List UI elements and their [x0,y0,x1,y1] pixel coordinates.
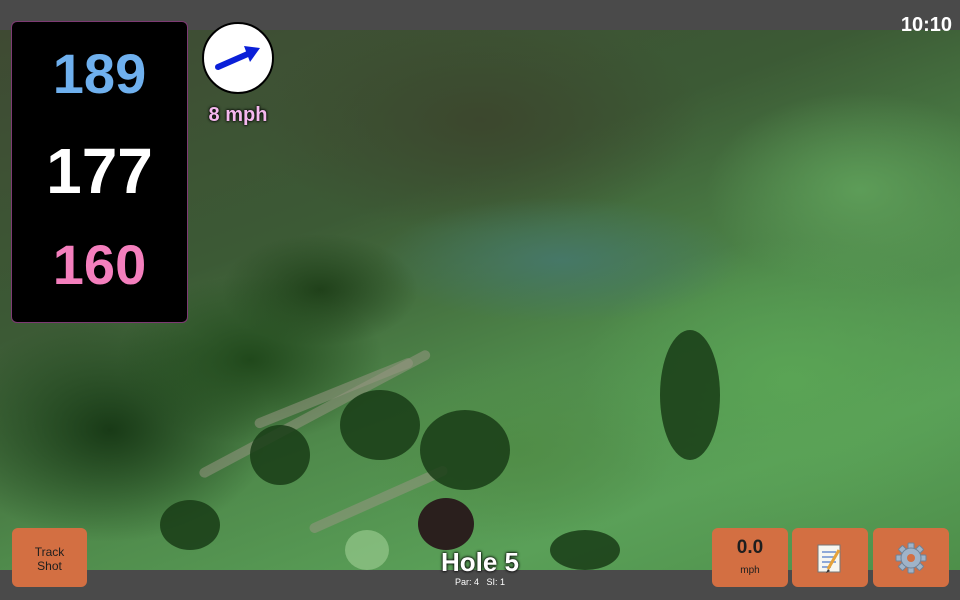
notepad-icon [817,544,841,573]
middle-distance: 177 [46,135,153,207]
speed-value: 0.0 [736,537,764,558]
speed-unit: mph [740,565,760,576]
gear-icon [895,542,927,573]
track-shot-label: Track Shot [12,545,87,573]
tree [160,500,220,550]
notes-button[interactable] [792,528,868,587]
back-distance: 189 [52,42,147,105]
speed-button[interactable]: 0.0 mph [712,528,788,587]
stroke-index-label: SI: 1 [486,577,506,587]
tree [660,330,720,460]
wind-arrow-icon [215,46,260,70]
distance-panel: 189 177 160 [11,21,188,323]
tree [250,425,310,485]
track-shot-button[interactable]: Track Shot [12,528,87,587]
hole-title: Hole 5 [440,547,520,577]
hole-meta: Par: 4 SI: 1 [380,577,580,587]
clock: 10:10 [900,14,952,36]
pond [418,498,474,550]
tree [420,410,510,490]
settings-button[interactable] [873,528,949,587]
track-shot-label-line2: Shot [37,559,62,573]
wind-speed: 8 mph [208,104,268,126]
par-label: Par: 4 [454,577,479,587]
wind-direction-dial [202,22,274,94]
tree [340,390,420,460]
front-distance: 160 [52,233,147,296]
track-shot-label-line1: Track [34,545,65,559]
